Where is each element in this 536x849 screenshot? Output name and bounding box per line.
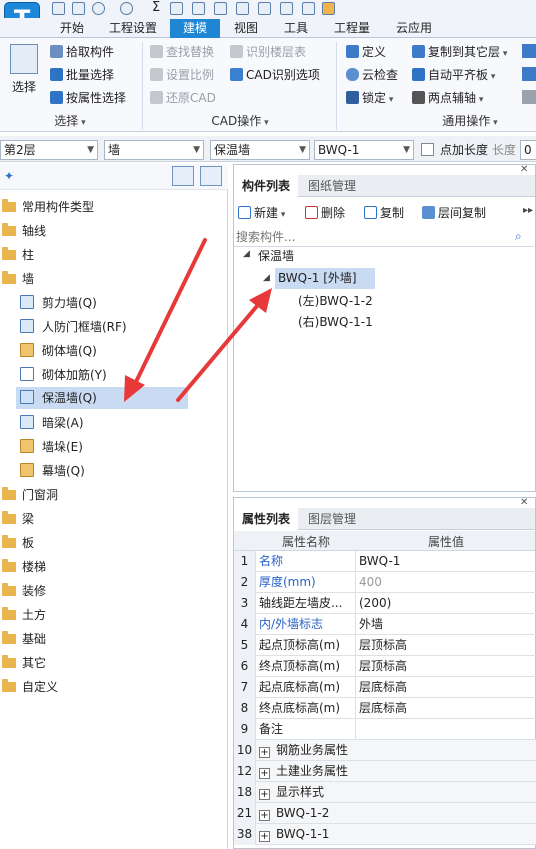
red-arrow-to-tree-icon: [124, 238, 207, 402]
annotation-arrows-overlay: [124, 238, 272, 402]
red-arrow-to-component-icon: [176, 288, 272, 402]
